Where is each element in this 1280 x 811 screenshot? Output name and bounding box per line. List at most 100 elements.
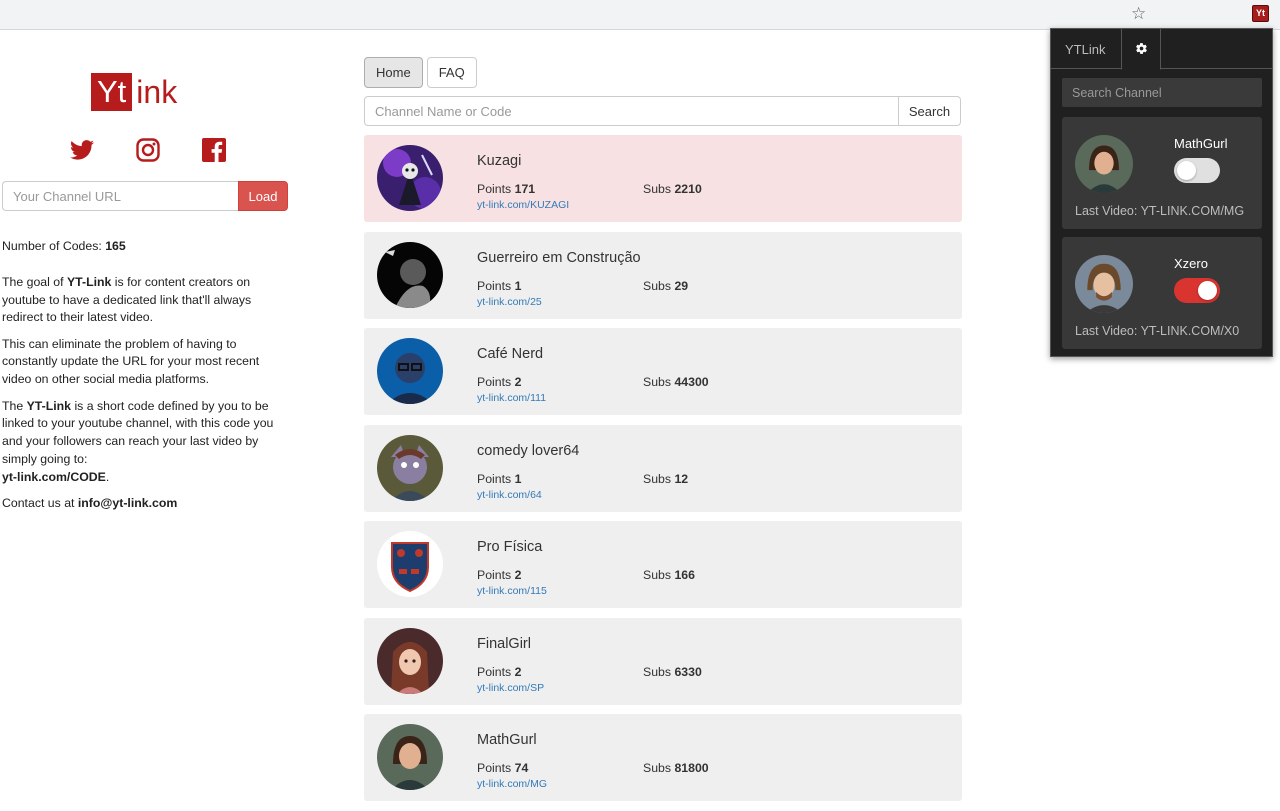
channel-card[interactable]: Pro Física Points 2 Subs 166 yt-link.com… (364, 521, 962, 608)
brand-mention: YT-Link (26, 398, 72, 413)
channel-link[interactable]: yt-link.com/KUZAGI (477, 199, 569, 211)
twitter-icon[interactable] (70, 138, 94, 162)
avatar (377, 531, 443, 597)
channel-points: Points 2 (477, 665, 521, 679)
channel-link[interactable]: yt-link.com/SP (477, 682, 544, 694)
channel-points: Points 2 (477, 375, 521, 389)
channel-subs: Subs 166 (643, 568, 695, 582)
points-value: 2 (514, 375, 522, 389)
points-value: 2 (514, 568, 522, 582)
channel-search-input[interactable] (364, 96, 899, 126)
channel-name: Café Nerd (477, 346, 544, 362)
channel-link[interactable]: yt-link.com/MG (477, 778, 547, 790)
channel-url-input[interactable] (2, 181, 238, 211)
codes-count: Number of Codes: 165 (2, 238, 288, 256)
points-label: Points (477, 278, 512, 293)
channel-points: Points 74 (477, 761, 528, 775)
points-value: 171 (514, 182, 536, 196)
subs-value: 166 (674, 568, 695, 582)
subs-label: Subs (643, 761, 672, 775)
subs-label: Subs (643, 664, 672, 679)
subs-value: 12 (674, 471, 689, 486)
channel-card[interactable]: MathGurl Points 74 Subs 81800 yt-link.co… (364, 714, 962, 801)
text-span: Contact us at (2, 496, 78, 511)
channel-points: Points 1 (477, 279, 521, 293)
channel-name: FinalGirl (477, 635, 531, 652)
channel-link[interactable]: yt-link.com/64 (477, 489, 542, 501)
points-value: 1 (514, 278, 522, 293)
points-label: Points (477, 375, 512, 389)
channel-subs: Subs 29 (643, 279, 688, 293)
code-example: yt-link.com/CODE (2, 469, 106, 484)
channel-card[interactable]: Café Nerd Points 2 Subs 44300 yt-link.co… (364, 328, 962, 415)
avatar (377, 241, 443, 308)
channel-name: MathGurl (477, 732, 537, 748)
instagram-icon[interactable] (136, 138, 160, 162)
extension-popup: YTLink MathGurl Last Video: YT-LINK.COM/… (1050, 28, 1273, 357)
search-button[interactable]: Search (899, 96, 961, 126)
tab-home[interactable]: Home (364, 57, 423, 88)
channel-link[interactable]: yt-link.com/115 (477, 585, 547, 597)
points-label: Points (477, 664, 512, 679)
avatar (377, 145, 443, 211)
browser-toolbar: ☆ Yt (0, 0, 1280, 30)
star-icon[interactable]: ☆ (1131, 4, 1146, 24)
text-span: The goal of (2, 274, 67, 289)
last-video-label: Last Video: (1075, 204, 1138, 218)
last-video-value: YT-LINK.COM/X0 (1140, 324, 1240, 338)
subs-value: 44300 (674, 375, 709, 389)
last-video-label: Last Video: (1075, 324, 1138, 338)
load-button[interactable]: Load (238, 181, 288, 211)
subs-label: Subs (643, 568, 672, 582)
popup-tabs: YTLink (1051, 29, 1272, 70)
notification-toggle[interactable] (1174, 278, 1220, 303)
channel-link[interactable]: yt-link.com/111 (477, 392, 546, 404)
address-bar[interactable] (0, 3, 1155, 27)
popup-search-input[interactable] (1062, 78, 1262, 107)
points-value: 2 (514, 664, 522, 679)
avatar (377, 627, 443, 694)
site-logo[interactable]: Yt ink (91, 72, 177, 112)
subscription-name: MathGurl (1174, 136, 1228, 151)
channel-card[interactable]: Guerreiro em Construção Points 1 Subs 29… (364, 231, 962, 319)
avatar (377, 724, 443, 790)
facebook-icon[interactable] (202, 138, 226, 162)
main-nav: Home FAQ (364, 57, 477, 88)
about-paragraph-3: The YT-Link is a short code defined by y… (2, 398, 288, 487)
channel-subs: Subs 81800 (643, 761, 709, 775)
text-span: The (2, 398, 27, 413)
codes-value: 165 (105, 239, 126, 253)
subscription-name: Xzero (1174, 256, 1208, 271)
contact-email[interactable]: info@yt-link.com (78, 496, 177, 510)
avatar (377, 434, 443, 501)
channel-card[interactable]: comedy lover64 Points 1 Subs 12 yt-link.… (364, 424, 962, 512)
brand-mention: YT-Link (66, 274, 112, 289)
notification-toggle[interactable] (1174, 158, 1220, 183)
subs-value: 6330 (674, 664, 702, 679)
points-value: 74 (514, 761, 529, 775)
gear-icon (1135, 43, 1147, 54)
channel-url-form: Load (2, 181, 288, 211)
extension-icon[interactable]: Yt (1252, 5, 1269, 22)
channel-search-form: Search (364, 96, 961, 126)
avatar (1075, 255, 1133, 313)
subs-value: 81800 (674, 761, 709, 775)
channel-link[interactable]: yt-link.com/25 (477, 296, 542, 308)
subs-value: 2210 (674, 182, 702, 196)
channel-card[interactable]: Kuzagi Points 171 Subs 2210 yt-link.com/… (364, 135, 962, 222)
channel-subs: Subs 12 (643, 472, 688, 486)
channel-name: Guerreiro em Construção (477, 249, 641, 266)
channel-points: Points 2 (477, 568, 521, 582)
tab-ytlink[interactable]: YTLink (1065, 29, 1105, 69)
channel-subs: Subs 6330 (643, 665, 702, 679)
points-label: Points (477, 761, 512, 775)
channel-name: comedy lover64 (477, 442, 580, 459)
points-label: Points (477, 568, 512, 582)
tab-faq[interactable]: FAQ (426, 57, 477, 88)
channel-card[interactable]: FinalGirl Points 2 Subs 6330 yt-link.com… (364, 617, 962, 705)
channel-name: Pro Física (477, 539, 543, 555)
logo-text: ink (136, 74, 178, 110)
last-video: Last Video: YT-LINK.COM/X0 (1075, 324, 1239, 338)
channel-list: Kuzagi Points 171 Subs 2210 yt-link.com/… (364, 135, 962, 811)
tab-settings[interactable] (1121, 29, 1161, 70)
